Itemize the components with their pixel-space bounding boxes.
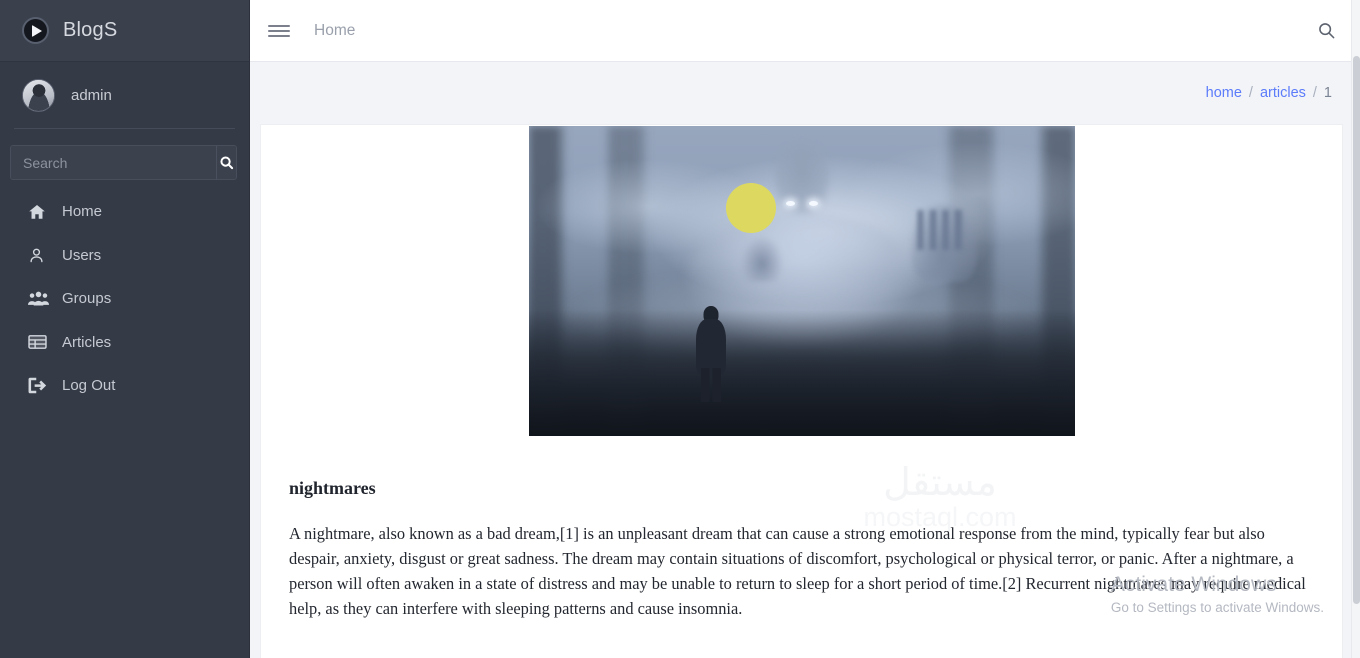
moon-shape (725, 183, 776, 233)
users-group-icon (28, 290, 54, 307)
article-content: nightmares A nightmare, also known as a … (261, 126, 1342, 658)
sidebar: BlogS admin Home (0, 0, 250, 658)
sidebar-item-label: Users (62, 246, 102, 264)
sidebar-item-label: Home (62, 203, 103, 221)
sidebar-item-logout[interactable]: Log Out (0, 364, 249, 408)
app-root: BlogS admin Home (0, 0, 1360, 658)
user-icon (28, 247, 54, 264)
sidebar-item-users[interactable]: Users (0, 234, 249, 278)
play-circle-icon (22, 17, 49, 44)
sign-out-icon (28, 377, 54, 394)
sidebar-search (10, 145, 237, 180)
sidebar-item-label: Groups (62, 290, 112, 308)
search-icon (220, 156, 234, 170)
avatar (22, 78, 55, 112)
breadcrumb: home / articles / 1 (250, 62, 1360, 124)
sidebar-user[interactable]: admin (0, 62, 249, 128)
sidebar-item-label: Articles (62, 333, 112, 351)
search-icon[interactable] (1317, 21, 1336, 40)
table-list-icon (28, 334, 54, 350)
brand-name: BlogS (63, 19, 118, 41)
article-card: nightmares A nightmare, also known as a … (260, 124, 1343, 658)
sidebar-divider (14, 128, 235, 129)
search-submit-button[interactable] (216, 146, 236, 179)
article-title: nightmares (289, 478, 376, 498)
hamburger-icon[interactable] (268, 24, 290, 37)
brand-header[interactable]: BlogS (0, 0, 249, 62)
sidebar-user-name: admin (71, 86, 112, 104)
sidebar-item-articles[interactable]: Articles (0, 321, 249, 365)
article-body: A nightmare, also known as a bad dream,[… (289, 524, 1306, 618)
breadcrumb-home[interactable]: home (1206, 85, 1242, 101)
breadcrumb-separator: / (1248, 85, 1253, 101)
person-silhouette (694, 306, 728, 402)
sidebar-item-home[interactable]: Home (0, 190, 249, 234)
home-icon (28, 203, 54, 221)
main-area: Home home / articles / 1 nightmares A ni… (250, 0, 1360, 658)
article-hero-image (528, 126, 1075, 436)
sidebar-item-groups[interactable]: Groups (0, 277, 249, 321)
sidebar-nav: Home Users Groups Articles Log Out (0, 190, 249, 408)
search-input[interactable] (11, 146, 216, 179)
breadcrumb-articles[interactable]: articles (1260, 85, 1306, 101)
vertical-scrollbar[interactable] (1351, 0, 1360, 658)
scrollbar-thumb[interactable] (1353, 56, 1360, 604)
breadcrumb-separator: / (1312, 85, 1317, 101)
topbar: Home (250, 0, 1360, 62)
sidebar-item-label: Log Out (62, 377, 116, 395)
breadcrumb-current: 1 (1323, 85, 1332, 101)
page-title: Home (314, 21, 356, 39)
